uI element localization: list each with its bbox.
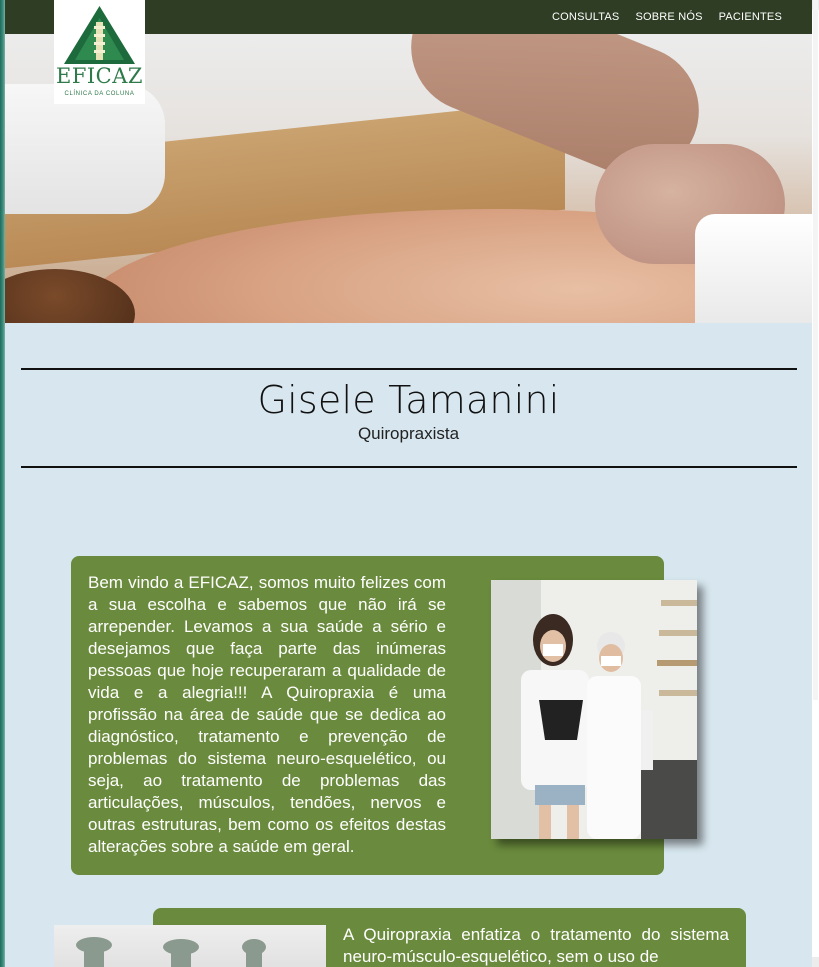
scroll-down-icon[interactable] xyxy=(812,957,819,967)
scrollbar-thumb[interactable] xyxy=(813,0,818,700)
nav-pacientes[interactable]: PACIENTES xyxy=(719,11,782,23)
logo-mountain-icon xyxy=(64,6,135,64)
profile-name: Gisele Tamanini xyxy=(257,378,560,422)
clinic-staff-photo xyxy=(491,580,697,839)
main-nav: CONSULTAS SOBRE NÓS PACIENTES xyxy=(552,0,782,34)
scrollbar[interactable] xyxy=(812,0,819,967)
divider-top xyxy=(21,368,797,370)
logo-brand: EFICAZ xyxy=(55,64,144,88)
chiro-text: A Quiropraxia enfatiza o tratamento do s… xyxy=(343,925,729,966)
nav-consultas[interactable]: CONSULTAS xyxy=(552,11,619,23)
intro-text: Bem vindo a EFICAZ, somos muito felizes … xyxy=(88,573,446,856)
logo-tagline: CLÍNICA DA COLUNA xyxy=(64,91,135,97)
logo[interactable]: EFICAZ CLÍNICA DA COLUNA xyxy=(54,0,145,104)
intro-card: Bem vindo a EFICAZ, somos muito felizes … xyxy=(71,556,697,875)
profile-role: Quiropraxista xyxy=(357,424,460,443)
vertebrae-model-photo xyxy=(54,925,326,967)
divider-bottom xyxy=(21,466,797,468)
page: CONSULTAS SOBRE NÓS PACIENTES EFICAZ CLÍ… xyxy=(5,0,812,967)
nav-sobre-nos[interactable]: SOBRE NÓS xyxy=(635,11,702,23)
